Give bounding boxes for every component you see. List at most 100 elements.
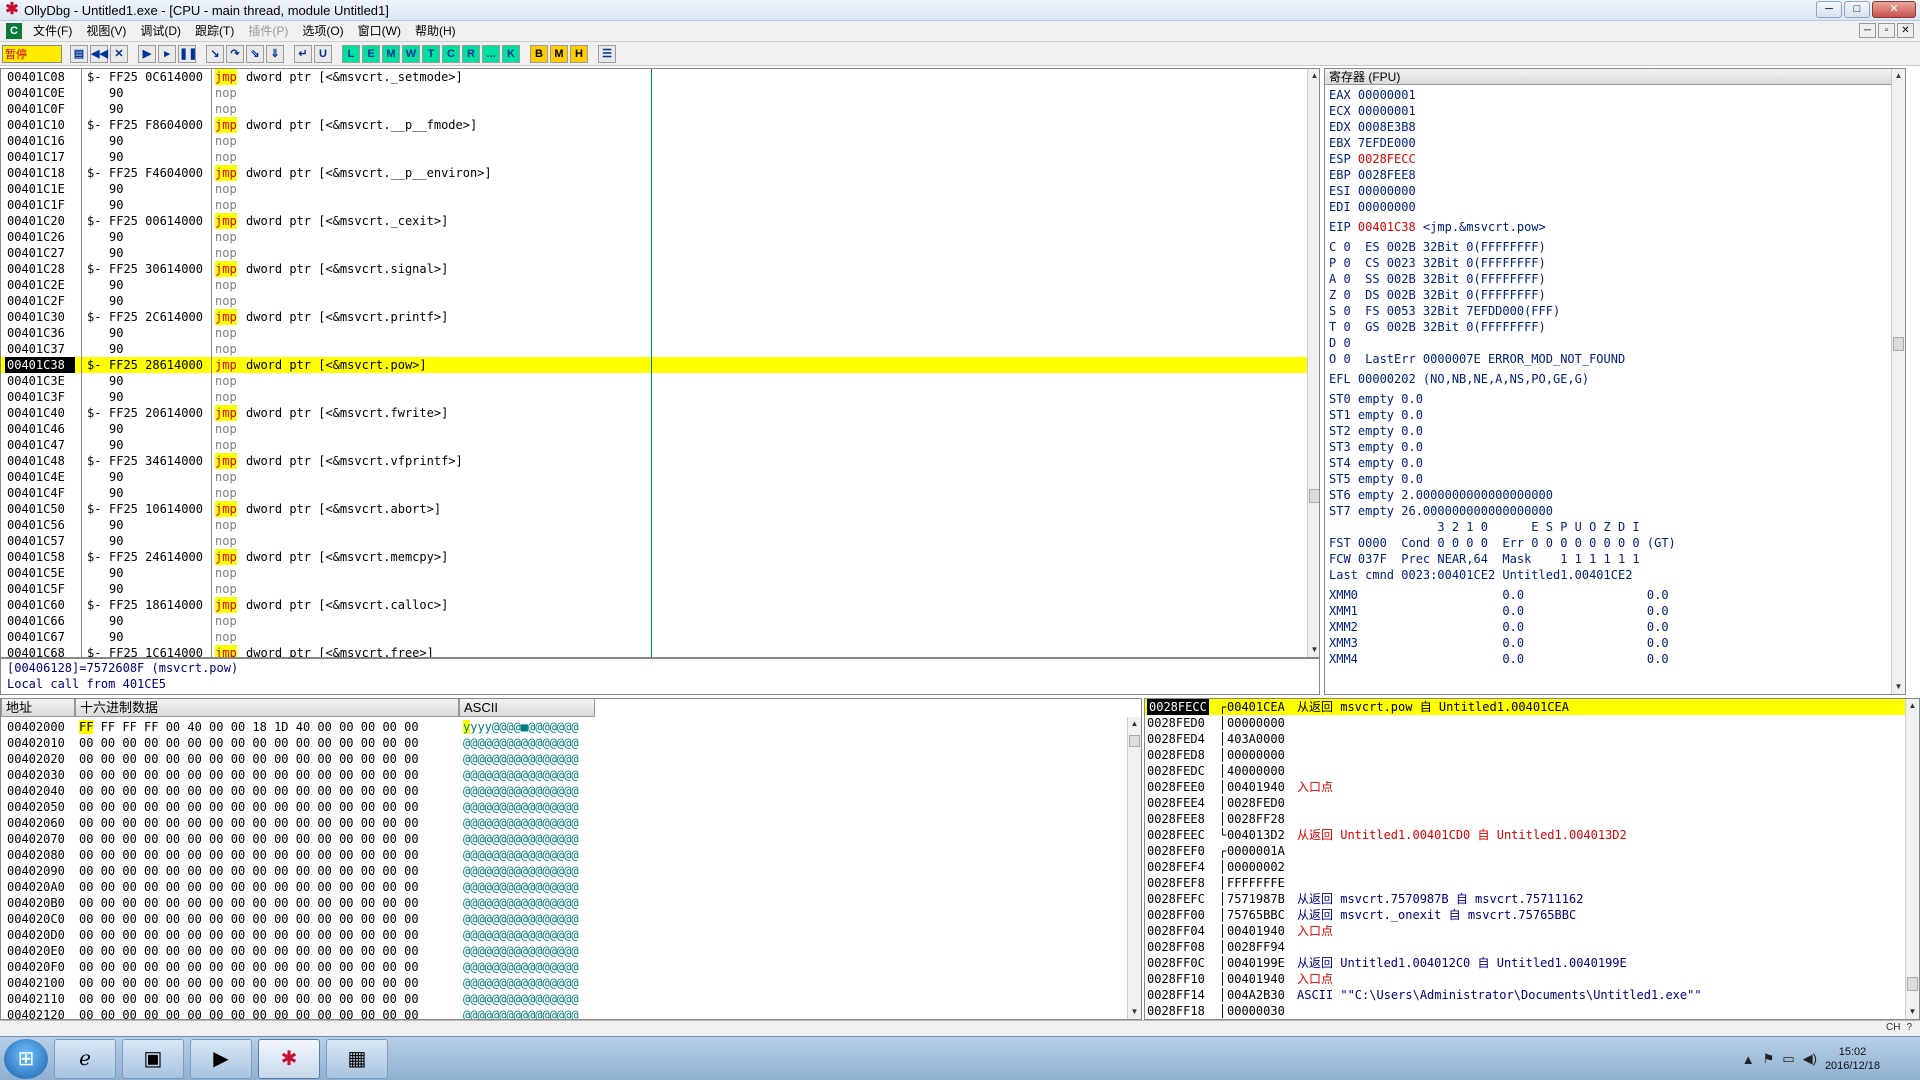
register-line[interactable]: ESP 0028FECC bbox=[1329, 151, 1416, 167]
disasm-row[interactable]: 00401C47 90 nop bbox=[1, 437, 1309, 453]
register-line[interactable]: ST2 empty 0.0 bbox=[1329, 423, 1423, 439]
menu-window[interactable]: 窗口(W) bbox=[351, 21, 408, 41]
register-line[interactable]: ST5 empty 0.0 bbox=[1329, 471, 1423, 487]
disasm-row[interactable]: 00401C56 90 nop bbox=[1, 517, 1309, 533]
dump-ascii-header[interactable]: ASCII bbox=[459, 699, 595, 717]
toolbar-call-stack-button[interactable]: K bbox=[502, 44, 520, 63]
registers-scrollbar[interactable]: ▲ ▼ bbox=[1891, 69, 1905, 694]
register-line[interactable]: ST7 empty 26.000000000000000000 bbox=[1329, 503, 1553, 519]
disasm-row[interactable]: 00401C10 $- FF25 F8604000 jmp dword ptr [<&m… bbox=[1, 117, 1309, 133]
stack-row[interactable]: 0028FEEC └ 004013D2 从返回 Untitled1.00401CD0 … bbox=[1145, 827, 1905, 843]
registers-header[interactable]: 寄存器 (FPU) bbox=[1325, 69, 1905, 85]
minimize-button[interactable]: ─ bbox=[1816, 1, 1842, 18]
register-value[interactable]: 00401C38 bbox=[1358, 220, 1416, 234]
scroll-up-icon[interactable]: ▲ bbox=[1308, 69, 1319, 83]
register-line[interactable]: EBX 7EFDE000 bbox=[1329, 135, 1416, 151]
stack-row[interactable]: 0028FF04 │ 00401940 入口点 bbox=[1145, 923, 1905, 939]
stack-row[interactable]: 0028FEE0 │ 00401940 入口点 bbox=[1145, 779, 1905, 795]
disasm-row[interactable]: 00401C1E 90 nop bbox=[1, 181, 1309, 197]
register-line[interactable]: EFL 00000202 (NO,NB,NE,A,NS,PO,GE,G) bbox=[1329, 371, 1589, 387]
register-line[interactable]: EIP 00401C38 <jmp.&msvcrt.pow> bbox=[1329, 219, 1546, 235]
dump-hex-header[interactable]: 十六进制数据 bbox=[75, 699, 459, 717]
help-icon[interactable]: ? bbox=[1906, 1022, 1912, 1036]
register-line[interactable]: XMM3 0.0 0.0 bbox=[1329, 635, 1669, 651]
disasm-row[interactable]: 00401C17 90 nop bbox=[1, 149, 1309, 165]
disasm-row[interactable]: 00401C0E 90 nop bbox=[1, 85, 1309, 101]
mdi-minimize-button[interactable]: ─ bbox=[1859, 23, 1876, 38]
disasm-row[interactable]: 00401C40 $- FF25 20614000 jmp dword ptr [<&m… bbox=[1, 405, 1309, 421]
clock[interactable]: 15:02 2016/12/18 bbox=[1825, 1045, 1880, 1073]
disasm-row[interactable]: 00401C57 90 nop bbox=[1, 533, 1309, 549]
disasm-row[interactable]: 00401C20 $- FF25 00614000 jmp dword ptr [<&m… bbox=[1, 213, 1309, 229]
disasm-row[interactable]: 00401C4F 90 nop bbox=[1, 485, 1309, 501]
disasm-row[interactable]: 00401C16 90 nop bbox=[1, 133, 1309, 149]
show-hidden-icons-icon[interactable]: ▲ bbox=[1742, 1052, 1755, 1067]
window-icon[interactable]: ▦ bbox=[326, 1038, 388, 1079]
dump-selected-byte[interactable]: FF bbox=[79, 720, 94, 734]
mdi-close-button[interactable]: ✕ bbox=[1897, 23, 1914, 38]
menu-help[interactable]: 帮助(H) bbox=[408, 21, 463, 41]
register-line[interactable]: ST4 empty 0.0 bbox=[1329, 455, 1423, 471]
scroll-down-icon[interactable]: ▼ bbox=[1892, 680, 1905, 694]
register-line[interactable]: XMM4 0.0 0.0 bbox=[1329, 651, 1669, 667]
register-line[interactable]: EAX 00000001 bbox=[1329, 87, 1416, 103]
step-icon[interactable]: ▸ bbox=[158, 44, 176, 63]
disasm-row[interactable]: 00401C18 $- FF25 F4604000 jmp dword ptr [<&m… bbox=[1, 165, 1309, 181]
dump-scrollbar[interactable]: ▲ ▼ bbox=[1127, 717, 1141, 1019]
disasm-row[interactable]: 00401C37 90 nop bbox=[1, 341, 1309, 357]
stack-row[interactable]: 0028FECC ┌ 00401CEA 从返回 msvcrt.pow 自 Untitl… bbox=[1145, 699, 1905, 715]
stack-row[interactable]: 0028FEF0 ┌ 0000001A bbox=[1145, 843, 1905, 859]
run-icon[interactable]: ▶ bbox=[138, 44, 156, 63]
register-line[interactable]: ST1 empty 0.0 bbox=[1329, 407, 1423, 423]
register-line[interactable]: ST3 empty 0.0 bbox=[1329, 439, 1423, 455]
close-program-icon[interactable]: ✕ bbox=[110, 44, 128, 63]
register-line[interactable]: EBP 0028FEE8 bbox=[1329, 167, 1416, 183]
list-icon[interactable]: ☰ bbox=[598, 44, 616, 63]
toolbar-references-button[interactable]: R bbox=[462, 44, 480, 63]
scroll-down-icon[interactable]: ▼ bbox=[1128, 1005, 1141, 1019]
disasm-row[interactable]: 00401C50 $- FF25 10614000 jmp dword ptr [<&m… bbox=[1, 501, 1309, 517]
register-line[interactable]: FST 0000 Cond 0 0 0 0 Err 0 0 0 0 0 0 0 … bbox=[1329, 535, 1676, 551]
stack-row[interactable]: 0028FF0C │ 0040199E 从返回 Untitled1.004012C0 … bbox=[1145, 955, 1905, 971]
disasm-row[interactable]: 00401C26 90 nop bbox=[1, 229, 1309, 245]
action-center-icon[interactable]: ⚑ bbox=[1763, 1051, 1775, 1067]
stack-row[interactable]: 0028FEE8 │ 0028FF28 bbox=[1145, 811, 1905, 827]
goto-user-icon[interactable]: U bbox=[314, 44, 332, 63]
toolbar-run-trace-button[interactable]: ... bbox=[482, 44, 500, 63]
mdi-restore-button[interactable]: ▫ bbox=[1878, 23, 1895, 38]
scroll-up-icon[interactable]: ▲ bbox=[1906, 699, 1919, 713]
register-line[interactable]: Z 0 DS 002B 32Bit 0(FFFFFFFF) bbox=[1329, 287, 1546, 303]
stack-row[interactable]: 0028FEF8 │ FFFFFFFE bbox=[1145, 875, 1905, 891]
toolbar-windows-button[interactable]: W bbox=[402, 44, 420, 63]
register-line[interactable]: ST0 empty 0.0 bbox=[1329, 391, 1423, 407]
register-line[interactable]: 3 2 1 0 E S P U O Z D I bbox=[1329, 519, 1639, 535]
disasm-row[interactable]: 00401C2F 90 nop bbox=[1, 293, 1309, 309]
disasm-row[interactable]: 00401C30 $- FF25 2C614000 jmp dword ptr [<&m… bbox=[1, 309, 1309, 325]
stack-row[interactable]: 0028FF18 │ 00000030 bbox=[1145, 1003, 1905, 1019]
scroll-down-icon[interactable]: ▼ bbox=[1308, 643, 1319, 657]
stack-row[interactable]: 0028FF00 │ 75765BBC 从返回 msvcrt._onexit 自 ms… bbox=[1145, 907, 1905, 923]
toolbar-memory-button[interactable]: M bbox=[382, 44, 400, 63]
register-line[interactable]: O 0 LastErr 0000007E ERROR_MOD_NOT_FOUND bbox=[1329, 351, 1625, 367]
close-button[interactable]: ✕ bbox=[1872, 1, 1916, 18]
register-line[interactable]: A 0 SS 002B 32Bit 0(FFFFFFFF) bbox=[1329, 271, 1546, 287]
animate-over-icon[interactable]: ⇓ bbox=[266, 44, 284, 63]
menu-debug[interactable]: 调试(D) bbox=[133, 21, 188, 41]
dump-selected-char[interactable]: y bbox=[463, 720, 471, 734]
execute-till-return-icon[interactable]: ↵ bbox=[294, 44, 312, 63]
step-into-icon[interactable]: ↘ bbox=[206, 44, 224, 63]
register-line[interactable]: ECX 00000001 bbox=[1329, 103, 1416, 119]
pause-icon[interactable]: ❚❚ bbox=[178, 44, 197, 63]
menu-file[interactable]: 文件(F) bbox=[26, 21, 79, 41]
toolbar-log-button[interactable]: L bbox=[342, 44, 360, 63]
stack-row[interactable]: 0028FF14 │ 004A2B30 ASCII ""C:\Users\Admini… bbox=[1145, 987, 1905, 1003]
register-line[interactable]: P 0 CS 0023 32Bit 0(FFFFFFFF) bbox=[1329, 255, 1546, 271]
disasm-row[interactable]: 00401C5F 90 nop bbox=[1, 581, 1309, 597]
step-over-icon[interactable]: ↷ bbox=[226, 44, 244, 63]
start-orb-icon[interactable]: ⊞ bbox=[4, 1038, 48, 1079]
disasm-row[interactable]: 00401C3E 90 nop bbox=[1, 373, 1309, 389]
menu-options[interactable]: 选项(O) bbox=[295, 21, 350, 41]
disasm-row[interactable]: 00401C67 90 nop bbox=[1, 629, 1309, 645]
disassembly-scrollbar[interactable]: ▲ ▼ bbox=[1307, 69, 1319, 657]
disasm-row[interactable]: 00401C5E 90 nop bbox=[1, 565, 1309, 581]
